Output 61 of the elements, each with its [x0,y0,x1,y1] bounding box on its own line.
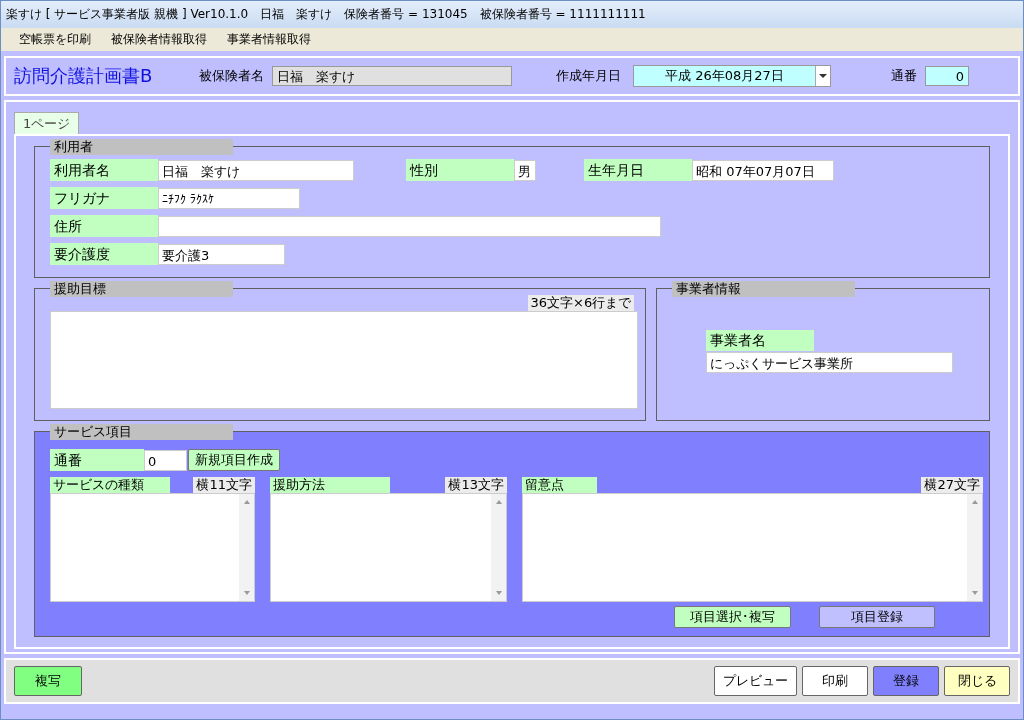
field-label: フリガナ [50,187,158,209]
insured-name-field: 日福 楽すけ [272,66,512,86]
field-label: 通番 [50,449,144,471]
field-label: 住所 [50,215,158,237]
new-item-button[interactable]: 新規項目作成 [188,449,280,471]
number-field[interactable]: 0 [144,449,187,471]
char-limit-label: 横11文字 [193,477,255,493]
column-label: 留意点 [522,477,597,493]
footer-button[interactable]: 印刷 [802,666,868,696]
text-field[interactable]: 男 [514,159,536,181]
field-label: 要介護度 [50,243,158,265]
form-title: 訪問介護計画書B [14,64,154,88]
text-field[interactable]: 要介護3 [158,243,285,265]
text-field[interactable]: ﾆﾁﾌｸ ﾗｸｽｹ [158,187,300,209]
number-field: 0 [925,66,969,86]
scroll-up-icon [241,498,252,506]
menu-item[interactable]: 空帳票を印刷 [9,31,101,48]
text-field[interactable] [158,215,661,237]
footer-button[interactable]: 閉じる [944,666,1010,696]
date-dropdown[interactable]: 平成 26年08月27日 [633,65,831,87]
field-label: 利用者名 [50,159,158,181]
select-copy-button[interactable]: 項目選択･複写 [674,606,791,628]
footer-button[interactable]: プレビュー [714,666,797,696]
column-label: サービスの種類 [50,477,170,493]
field-label: 作成年月日 [556,67,621,85]
footer-button[interactable]: 登録 [873,666,939,696]
scroll-down-icon [493,589,504,597]
window-title: 楽すけ [ サービス事業者版 親機 ] Ver10.1.0 日福 楽すけ 保険者番号 = 131045 被保険者番号 = 1111111111 [6,6,646,23]
char-limit-label: 36文字×6行まで [527,295,635,311]
scroll-down-icon [241,589,252,597]
scroll-up-icon [493,498,504,506]
text-field[interactable]: 昭和 07年07月07日 [692,159,834,181]
register-item-button[interactable]: 項目登録 [819,606,935,628]
scroll-down-icon [969,589,980,597]
menu-item[interactable]: 事業者情報取得 [217,31,321,48]
scrollbar[interactable] [239,494,254,601]
field-label: 性別 [406,159,514,181]
group-title: サービス項目 [50,424,233,440]
text-area[interactable] [50,493,255,602]
field-label: 通番 [891,67,917,85]
scrollbar[interactable] [967,494,982,601]
char-limit-label: 横13文字 [445,477,507,493]
copy-button[interactable]: 複写 [14,666,82,696]
group-title: 事業者情報 [672,281,856,297]
page-tab[interactable]: 1ページ [14,112,80,134]
field-label: 被保険者名 [199,67,264,85]
menu-item[interactable]: 被保険者情報取得 [101,31,217,48]
caret-icon [815,66,830,86]
scrollbar[interactable] [491,494,506,601]
field-label: 事業者名 [706,330,815,351]
scroll-up-icon [969,498,980,506]
group-title: 援助目標 [50,281,233,297]
text-field[interactable]: 日福 楽すけ [158,159,354,181]
text-area[interactable] [270,493,507,602]
char-limit-label: 横27文字 [921,477,983,493]
column-label: 援助方法 [270,477,390,493]
field-label: 生年月日 [584,159,692,181]
group-title: 利用者 [50,139,233,155]
text-area[interactable] [50,311,638,409]
text-field[interactable]: にっぷくサービス事業所 [706,352,954,373]
text-area[interactable] [522,493,983,602]
